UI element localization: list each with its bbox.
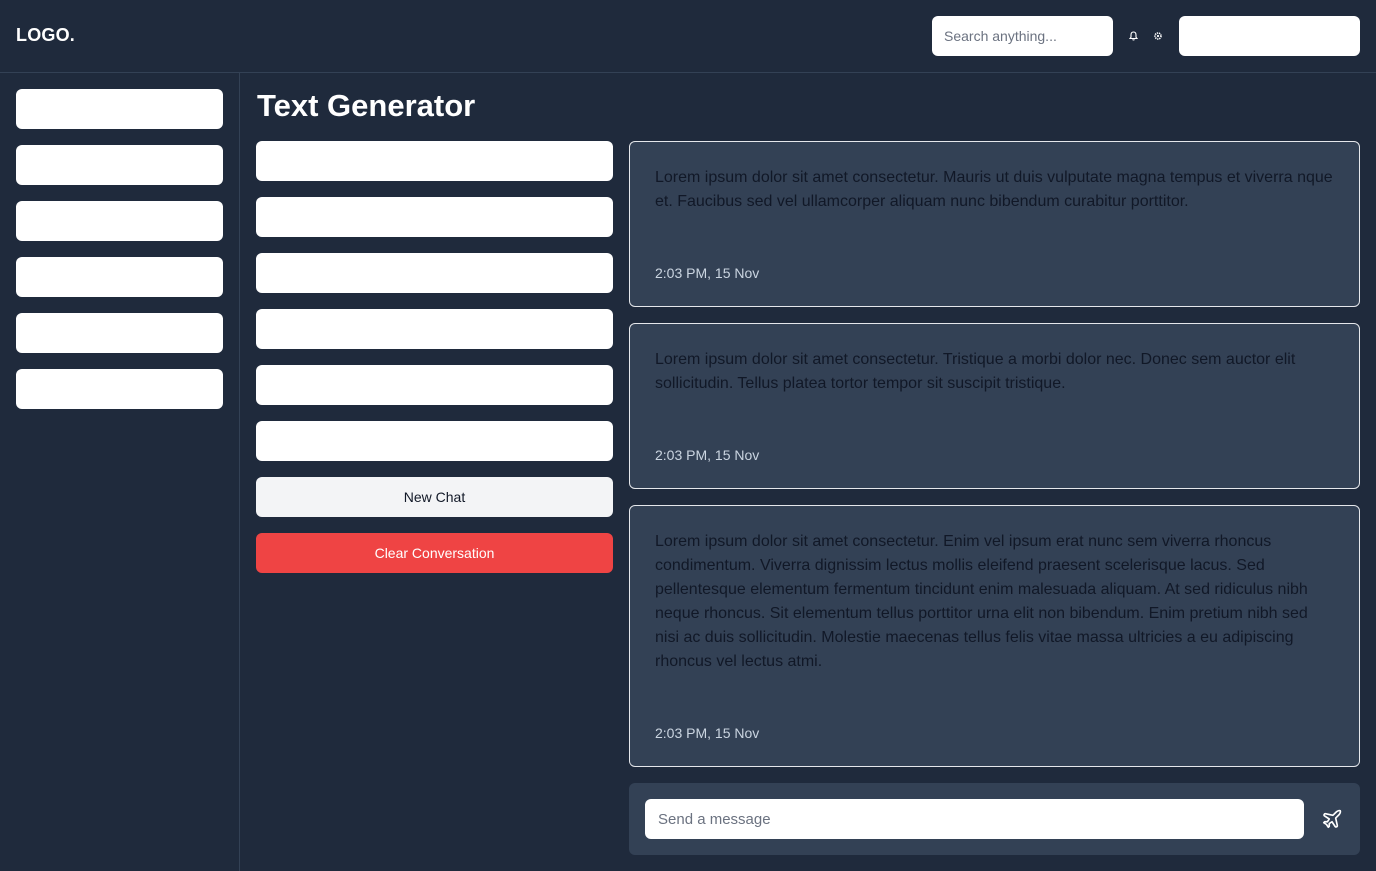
message-timestamp: 2:03 PM, 15 Nov [655,725,760,741]
gear-icon[interactable] [1151,29,1165,43]
option-field-3[interactable] [256,253,613,293]
sidebar-item-3[interactable] [16,201,223,241]
message-text: Lorem ipsum dolor sit amet consectetur. … [655,169,1333,210]
chat-message: Lorem ipsum dolor sit amet consectetur. … [629,505,1360,767]
sidebar-item-5[interactable] [16,313,223,353]
message-text: Lorem ipsum dolor sit amet consectetur. … [655,351,1296,392]
chat-message: Lorem ipsum dolor sit amet consectetur. … [629,323,1360,489]
sidebar-item-4[interactable] [16,257,223,297]
send-plane-icon[interactable] [1318,805,1346,833]
option-field-6[interactable] [256,421,613,461]
message-composer [629,783,1360,855]
clear-conversation-button[interactable]: Clear Conversation [256,533,613,573]
option-field-5[interactable] [256,365,613,405]
option-field-1[interactable] [256,141,613,181]
page-title: Text Generator [257,88,476,123]
sidebar-item-6[interactable] [16,369,223,409]
top-header: LOGO. [0,0,1376,73]
logo[interactable]: LOGO. [16,25,75,46]
message-input[interactable] [645,799,1304,839]
sidebar-item-1[interactable] [16,89,223,129]
chat-message: Lorem ipsum dolor sit amet consectetur. … [629,141,1360,307]
new-chat-button[interactable]: New Chat [256,477,613,517]
option-field-4[interactable] [256,309,613,349]
sidebar-item-2[interactable] [16,145,223,185]
option-field-2[interactable] [256,197,613,237]
message-text: Lorem ipsum dolor sit amet consectetur. … [655,533,1308,670]
sidebar [0,73,240,871]
profile-button[interactable] [1179,16,1360,56]
bell-icon[interactable] [1126,29,1140,43]
message-timestamp: 2:03 PM, 15 Nov [655,265,760,281]
message-timestamp: 2:03 PM, 15 Nov [655,447,760,463]
search-input[interactable] [932,16,1113,56]
